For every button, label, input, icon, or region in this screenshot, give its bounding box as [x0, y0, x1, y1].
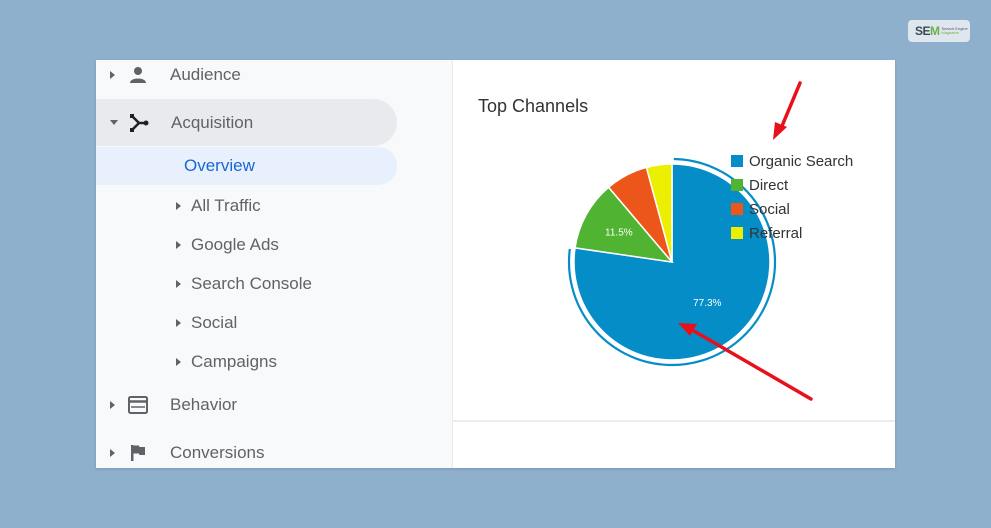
caret-right-icon — [176, 318, 181, 327]
sidebar-item-label: Conversions — [170, 442, 265, 462]
acquisition-icon — [128, 112, 150, 134]
caret-right-icon — [110, 70, 115, 79]
legend-item-organic-search[interactable]: Organic Search — [731, 149, 853, 173]
caret-right-icon — [176, 357, 181, 366]
pie-chart: 77.3% 11.5% — [567, 81, 813, 401]
caret-right-icon — [176, 240, 181, 249]
pie-data-label-organic-search: 77.3% — [693, 298, 721, 309]
sidebar-item-overview[interactable]: Overview — [96, 147, 397, 185]
pie-data-label-direct: 11.5% — [605, 228, 633, 239]
arrow-head — [773, 122, 787, 140]
logo-text: SEM — [915, 24, 940, 38]
sidebar-item-label: Campaigns — [191, 351, 277, 371]
person-icon — [127, 64, 149, 86]
behavior-icon — [127, 394, 149, 416]
legend-item-referral[interactable]: Referral — [731, 221, 853, 245]
legend-label: Referral — [749, 224, 803, 242]
caret-right-icon — [110, 448, 115, 457]
sidebar-item-label: All Traffic — [191, 195, 261, 215]
flag-icon — [127, 442, 149, 464]
analytics-window: Audience Acquisition Overview All Traffi… — [96, 60, 895, 468]
top-channels-card: Top Channels 77.3% 11.5% Organic Search Di… — [453, 60, 895, 468]
chart-legend: Organic Search Direct Social Referral — [731, 149, 853, 245]
caret-right-icon — [176, 201, 181, 210]
sem-logo-watermark: SEM Search Engine Magazine — [908, 20, 970, 42]
legend-swatch — [731, 179, 743, 191]
logo-subtext: Search Engine Magazine — [942, 27, 968, 35]
sidebar-item-behavior[interactable]: Behavior — [96, 381, 397, 428]
sidebar-nav: Audience Acquisition Overview All Traffi… — [96, 60, 428, 468]
legend-swatch — [731, 227, 743, 239]
arrow-shaft — [692, 329, 813, 401]
sidebar-item-audience[interactable]: Audience — [96, 60, 397, 98]
logo-line2: Magazine — [941, 30, 959, 35]
legend-item-direct[interactable]: Direct — [731, 173, 853, 197]
legend-swatch — [731, 203, 743, 215]
sidebar-gutter — [428, 60, 453, 468]
sidebar-item-campaigns[interactable]: Campaigns — [96, 338, 397, 385]
sidebar-item-label: Overview — [184, 156, 255, 175]
legend-label: Direct — [749, 176, 789, 194]
sidebar-item-label: Google Ads — [191, 234, 279, 254]
sidebar-item-acquisition[interactable]: Acquisition — [96, 99, 397, 146]
caret-right-icon — [176, 279, 181, 288]
legend-item-social[interactable]: Social — [731, 197, 853, 221]
caret-down-icon — [110, 120, 118, 125]
legend-label: Organic Search — [749, 152, 854, 170]
arrow-shaft — [780, 81, 802, 128]
sidebar-item-label: Social — [191, 312, 238, 332]
sidebar-item-conversions[interactable]: Conversions — [96, 429, 397, 468]
sidebar-item-label: Search Console — [191, 273, 312, 293]
legend-swatch — [731, 155, 743, 167]
caret-right-icon — [110, 400, 115, 409]
sidebar-item-label: Acquisition — [171, 112, 254, 132]
card-divider — [453, 420, 895, 422]
annotation-arrow-legend — [773, 81, 802, 140]
sidebar-item-label: Audience — [170, 64, 241, 84]
sidebar-item-label: Behavior — [170, 394, 238, 414]
legend-label: Social — [749, 200, 790, 218]
